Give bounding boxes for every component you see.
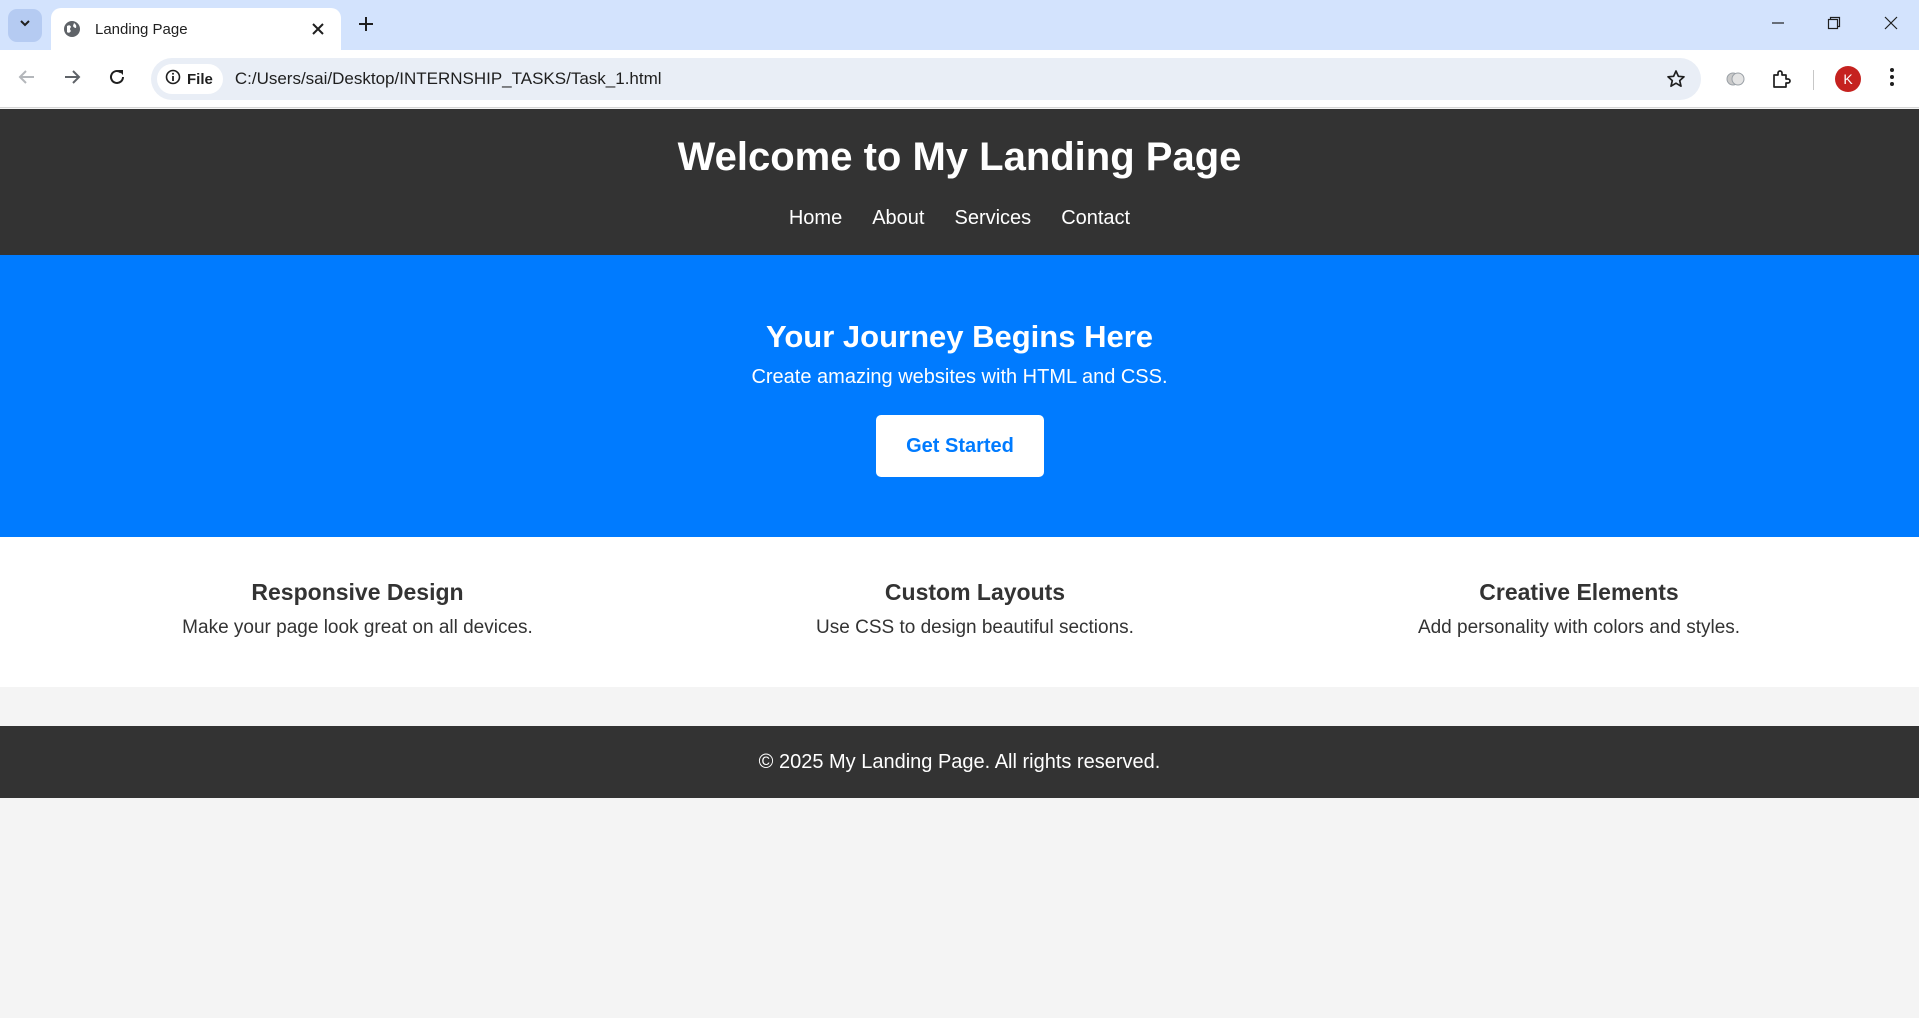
arrow-left-icon	[18, 68, 36, 91]
globe-icon	[63, 20, 81, 38]
feature-card: Creative Elements Add personality with c…	[1240, 537, 1918, 687]
reload-icon	[108, 68, 126, 91]
get-started-button[interactable]: Get Started	[876, 415, 1044, 477]
close-tab-icon[interactable]	[307, 18, 329, 40]
extensions-puzzle-icon[interactable]	[1764, 63, 1798, 95]
url-text[interactable]: C:/Users/sai/Desktop/INTERNSHIP_TASKS/Ta…	[235, 69, 1659, 89]
profile-avatar[interactable]: K	[1835, 66, 1861, 92]
forward-button[interactable]	[56, 63, 88, 95]
feature-description: Make your page look great on all devices…	[182, 617, 533, 638]
site-info-chip[interactable]: File	[157, 64, 223, 94]
tab-search-button[interactable]	[8, 9, 42, 42]
features-section: Responsive Design Make your page look gr…	[0, 537, 1919, 687]
feature-description: Add personality with colors and styles.	[1417, 617, 1741, 638]
feature-title: Responsive Design	[251, 579, 464, 605]
close-window-button[interactable]	[1863, 0, 1919, 50]
nav-link-about[interactable]: About	[872, 207, 924, 230]
site-footer: © 2025 My Landing Page. All rights reser…	[0, 726, 1919, 798]
address-bar[interactable]: File C:/Users/sai/Desktop/INTERNSHIP_TAS…	[151, 58, 1701, 100]
restore-icon	[1827, 16, 1841, 35]
feature-description: Use CSS to design beautiful sections.	[816, 617, 1134, 638]
browser-tab-bar: Landing Page	[0, 0, 1919, 50]
site-chip-label: File	[187, 70, 213, 88]
nav-link-services[interactable]: Services	[954, 207, 1031, 230]
chevron-down-icon	[18, 16, 32, 35]
arrow-right-icon	[63, 68, 81, 91]
page-viewport: Welcome to My Landing Page Home About Se…	[0, 109, 1919, 1018]
hero-section: Your Journey Begins Here Create amazing …	[0, 255, 1919, 537]
more-vertical-icon	[1889, 67, 1895, 92]
browser-tab-active[interactable]: Landing Page	[51, 8, 341, 50]
site-header: Welcome to My Landing Page Home About Se…	[0, 109, 1919, 255]
feature-card: Custom Layouts Use CSS to design beautif…	[640, 537, 1310, 687]
hero-subtitle: Create amazing websites with HTML and CS…	[751, 366, 1168, 388]
feature-title: Creative Elements	[1479, 579, 1679, 605]
tab-title: Landing Page	[95, 20, 188, 38]
nav-link-contact[interactable]: Contact	[1061, 207, 1130, 230]
feature-title: Custom Layouts	[884, 579, 1066, 605]
restore-window-button[interactable]	[1806, 0, 1862, 50]
browser-menu-button[interactable]	[1875, 63, 1909, 95]
minimize-icon	[1771, 16, 1785, 35]
back-button[interactable]	[11, 63, 43, 95]
copyright-text: © 2025 My Landing Page. All rights reser…	[758, 750, 1161, 773]
minimize-window-button[interactable]	[1750, 0, 1806, 50]
info-icon	[165, 69, 181, 90]
site-title: Welcome to My Landing Page	[677, 135, 1242, 179]
feature-card: Responsive Design Make your page look gr…	[0, 537, 715, 687]
extension-puzzle-avatar-icon[interactable]	[1718, 63, 1752, 95]
reload-button[interactable]	[101, 63, 133, 95]
site-nav: Home About Services Contact	[0, 207, 1919, 230]
new-tab-button[interactable]	[352, 12, 380, 40]
hero-title: Your Journey Begins Here	[765, 319, 1154, 354]
close-icon	[1884, 16, 1898, 35]
toolbar-divider	[1813, 70, 1814, 90]
bookmark-star-icon[interactable]	[1659, 62, 1693, 96]
plus-icon	[358, 16, 374, 37]
nav-link-home[interactable]: Home	[789, 207, 842, 230]
browser-toolbar: File C:/Users/sai/Desktop/INTERNSHIP_TAS…	[0, 50, 1919, 108]
